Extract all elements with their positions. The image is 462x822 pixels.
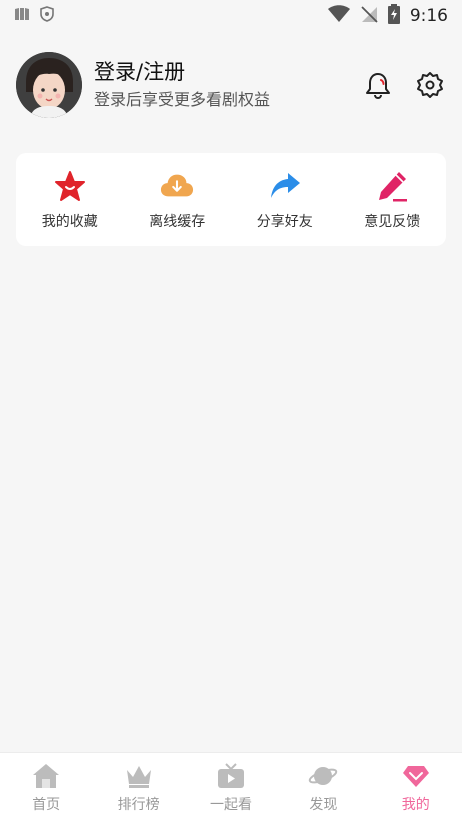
login-register-title[interactable]: 登录/注册 <box>94 58 364 86</box>
status-bar: 9:16 <box>0 0 462 32</box>
bell-icon[interactable] <box>364 71 392 99</box>
status-right: 9:16 <box>327 3 448 29</box>
crown-icon <box>124 761 154 791</box>
quick-label-share: 分享好友 <box>256 213 313 230</box>
quick-item-offline-cache[interactable]: 离线缓存 <box>127 169 227 231</box>
profile-header: 登录/注册 登录后享受更多看剧权益 <box>16 50 446 120</box>
tab-label-ranking: 排行榜 <box>117 797 160 813</box>
tab-label-home: 首页 <box>32 797 61 813</box>
share-arrow-icon <box>268 169 302 203</box>
quick-label-favorites: 我的收藏 <box>41 213 98 230</box>
no-signal-icon <box>360 5 378 28</box>
tab-discover[interactable]: 发现 <box>277 761 369 814</box>
quick-item-feedback[interactable]: 意见反馈 <box>342 169 442 231</box>
home-icon <box>31 761 61 791</box>
tab-watch-together[interactable]: 一起看 <box>185 761 277 814</box>
sim-card-icon <box>14 6 30 26</box>
status-left <box>14 5 54 27</box>
shield-icon <box>40 5 54 27</box>
tab-mine[interactable]: 我的 <box>370 761 462 814</box>
status-time: 9:16 <box>409 6 448 26</box>
star-icon <box>53 169 87 203</box>
quick-label-feedback: 意见反馈 <box>364 213 421 230</box>
quick-actions-card: 我的收藏 离线缓存 分享好友 意见反馈 <box>16 153 446 246</box>
quick-label-offline-cache: 离线缓存 <box>149 213 206 230</box>
tab-label-watch-together: 一起看 <box>209 797 252 813</box>
quick-item-share[interactable]: 分享好友 <box>235 169 335 231</box>
bottom-tab-bar: 首页 排行榜 一起看 发现 我的 <box>0 752 462 822</box>
profile-actions <box>364 71 446 99</box>
login-subtitle: 登录后享受更多看剧权益 <box>94 90 271 109</box>
avatar[interactable] <box>16 52 82 118</box>
tab-home[interactable]: 首页 <box>0 761 92 814</box>
planet-icon <box>308 761 338 791</box>
tab-ranking[interactable]: 排行榜 <box>93 761 185 814</box>
tv-icon <box>216 761 246 791</box>
quick-item-favorites[interactable]: 我的收藏 <box>20 169 120 231</box>
cloud-download-icon <box>160 169 194 203</box>
pencil-icon <box>375 169 409 203</box>
gear-icon[interactable] <box>416 71 444 99</box>
battery-charging-icon <box>387 3 400 29</box>
wifi-icon <box>327 4 350 28</box>
avatar-illustration <box>16 52 82 118</box>
profile-text[interactable]: 登录/注册 登录后享受更多看剧权益 <box>94 58 364 112</box>
tab-label-mine: 我的 <box>401 797 430 813</box>
tab-label-discover: 发现 <box>309 797 338 813</box>
diamond-icon <box>401 761 431 791</box>
